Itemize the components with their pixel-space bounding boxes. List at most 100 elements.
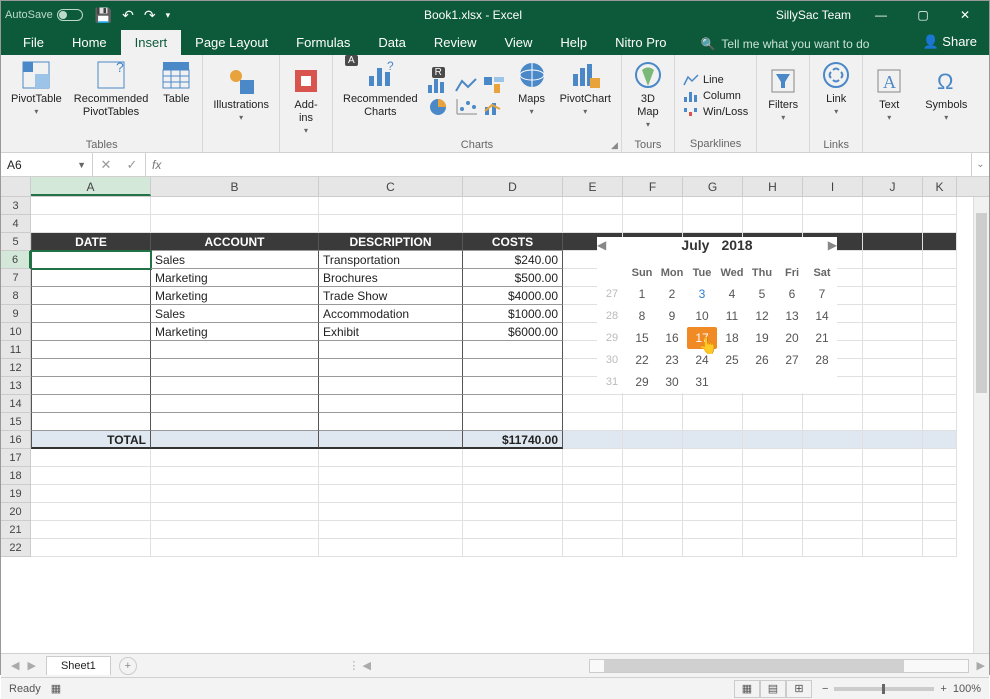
- cell-B5[interactable]: ACCOUNT: [151, 233, 319, 251]
- cell-C11[interactable]: [319, 341, 463, 359]
- cell-B6[interactable]: Sales: [151, 251, 319, 269]
- cell-A10[interactable]: [31, 323, 151, 341]
- cell-G22[interactable]: [683, 539, 743, 557]
- cell-A11[interactable]: [31, 341, 151, 359]
- cell-G20[interactable]: [683, 503, 743, 521]
- cell-I20[interactable]: [803, 503, 863, 521]
- cell-K12[interactable]: [923, 359, 957, 377]
- row-header[interactable]: 22: [1, 539, 31, 557]
- calendar-day[interactable]: 5: [747, 283, 777, 305]
- cell-H22[interactable]: [743, 539, 803, 557]
- cell-K22[interactable]: [923, 539, 957, 557]
- calendar-day[interactable]: 14: [807, 305, 837, 327]
- maps-button[interactable]: Maps ▾: [510, 57, 554, 135]
- normal-view-button[interactable]: ▦: [734, 680, 760, 698]
- cell-K6[interactable]: [923, 251, 957, 269]
- cell-H14[interactable]: [743, 395, 803, 413]
- cell-G19[interactable]: [683, 485, 743, 503]
- calendar-day[interactable]: 23: [657, 349, 687, 371]
- calendar-day[interactable]: 4: [717, 283, 747, 305]
- line-chart-icon[interactable]: [454, 75, 480, 95]
- zoom-in-button[interactable]: +: [940, 683, 946, 695]
- cell-C8[interactable]: Trade Show: [319, 287, 463, 305]
- tab-review[interactable]: Review: [420, 30, 491, 55]
- row-header[interactable]: 8: [1, 287, 31, 305]
- cell-K11[interactable]: [923, 341, 957, 359]
- cell-C12[interactable]: [319, 359, 463, 377]
- cell-C21[interactable]: [319, 521, 463, 539]
- sparkline-column-button[interactable]: Column: [683, 89, 748, 103]
- cell-J19[interactable]: [863, 485, 923, 503]
- tab-nitro-pro[interactable]: Nitro Pro: [601, 30, 680, 55]
- calendar-day[interactable]: 22: [627, 349, 657, 371]
- cell-G21[interactable]: [683, 521, 743, 539]
- calendar-day[interactable]: 15: [627, 327, 657, 349]
- cell-I14[interactable]: [803, 395, 863, 413]
- cell-A5[interactable]: DATE: [31, 233, 151, 251]
- cell-J21[interactable]: [863, 521, 923, 539]
- cell-F22[interactable]: [623, 539, 683, 557]
- cell-A4[interactable]: [31, 215, 151, 233]
- cell-D6[interactable]: $240.00: [463, 251, 563, 269]
- column-header-H[interactable]: H: [743, 177, 803, 196]
- cell-A16[interactable]: TOTAL: [31, 431, 151, 449]
- pivottable-button[interactable]: PivotTable ▾: [5, 57, 68, 135]
- cell-C20[interactable]: [319, 503, 463, 521]
- recommended-pivottables-button[interactable]: ? Recommended PivotTables: [68, 57, 155, 135]
- 3dmap-button[interactable]: 3D Map ▾: [626, 57, 670, 135]
- row-header[interactable]: 7: [1, 269, 31, 287]
- cell-D5[interactable]: COSTS: [463, 233, 563, 251]
- row-header[interactable]: 15: [1, 413, 31, 431]
- row-header[interactable]: 16: [1, 431, 31, 449]
- calendar-day[interactable]: [807, 371, 837, 393]
- cell-F14[interactable]: [623, 395, 683, 413]
- calendar-year[interactable]: 2018: [721, 237, 752, 253]
- row-header[interactable]: 5: [1, 233, 31, 251]
- cell-K21[interactable]: [923, 521, 957, 539]
- cell-B4[interactable]: [151, 215, 319, 233]
- cell-K4[interactable]: [923, 215, 957, 233]
- cell-B16[interactable]: [151, 431, 319, 449]
- cell-H21[interactable]: [743, 521, 803, 539]
- cell-I19[interactable]: [803, 485, 863, 503]
- row-header[interactable]: 17: [1, 449, 31, 467]
- tab-file[interactable]: File: [9, 30, 58, 55]
- cell-K20[interactable]: [923, 503, 957, 521]
- cell-K16[interactable]: [923, 431, 957, 449]
- expand-formula-bar-icon[interactable]: ⌄: [971, 153, 989, 176]
- cell-F18[interactable]: [623, 467, 683, 485]
- cell-B20[interactable]: [151, 503, 319, 521]
- cell-C5[interactable]: DESCRIPTION: [319, 233, 463, 251]
- formula-input[interactable]: [167, 153, 971, 176]
- cell-F16[interactable]: [623, 431, 683, 449]
- calendar-day[interactable]: 10: [687, 305, 717, 327]
- calendar-day[interactable]: 11: [717, 305, 747, 327]
- cell-H17[interactable]: [743, 449, 803, 467]
- cell-A3[interactable]: [31, 197, 151, 215]
- column-header-K[interactable]: K: [923, 177, 957, 196]
- cell-E14[interactable]: [563, 395, 623, 413]
- row-header[interactable]: 12: [1, 359, 31, 377]
- cell-F21[interactable]: [623, 521, 683, 539]
- cell-D17[interactable]: [463, 449, 563, 467]
- cell-H18[interactable]: [743, 467, 803, 485]
- calendar-day[interactable]: 26: [747, 349, 777, 371]
- cell-C4[interactable]: [319, 215, 463, 233]
- cell-D3[interactable]: [463, 197, 563, 215]
- cell-C22[interactable]: [319, 539, 463, 557]
- cell-D14[interactable]: [463, 395, 563, 413]
- combo-chart-icon[interactable]: [482, 97, 508, 117]
- cell-C6[interactable]: Transportation: [319, 251, 463, 269]
- calendar-day[interactable]: 13: [777, 305, 807, 327]
- cell-F17[interactable]: [623, 449, 683, 467]
- cell-D12[interactable]: [463, 359, 563, 377]
- share-button[interactable]: 👤 Share: [911, 29, 990, 55]
- cell-B9[interactable]: Sales: [151, 305, 319, 323]
- cell-F15[interactable]: [623, 413, 683, 431]
- cell-C13[interactable]: [319, 377, 463, 395]
- cell-E19[interactable]: [563, 485, 623, 503]
- column-chart-icon[interactable]: R: [426, 75, 452, 95]
- cell-B8[interactable]: Marketing: [151, 287, 319, 305]
- cell-E17[interactable]: [563, 449, 623, 467]
- cell-E20[interactable]: [563, 503, 623, 521]
